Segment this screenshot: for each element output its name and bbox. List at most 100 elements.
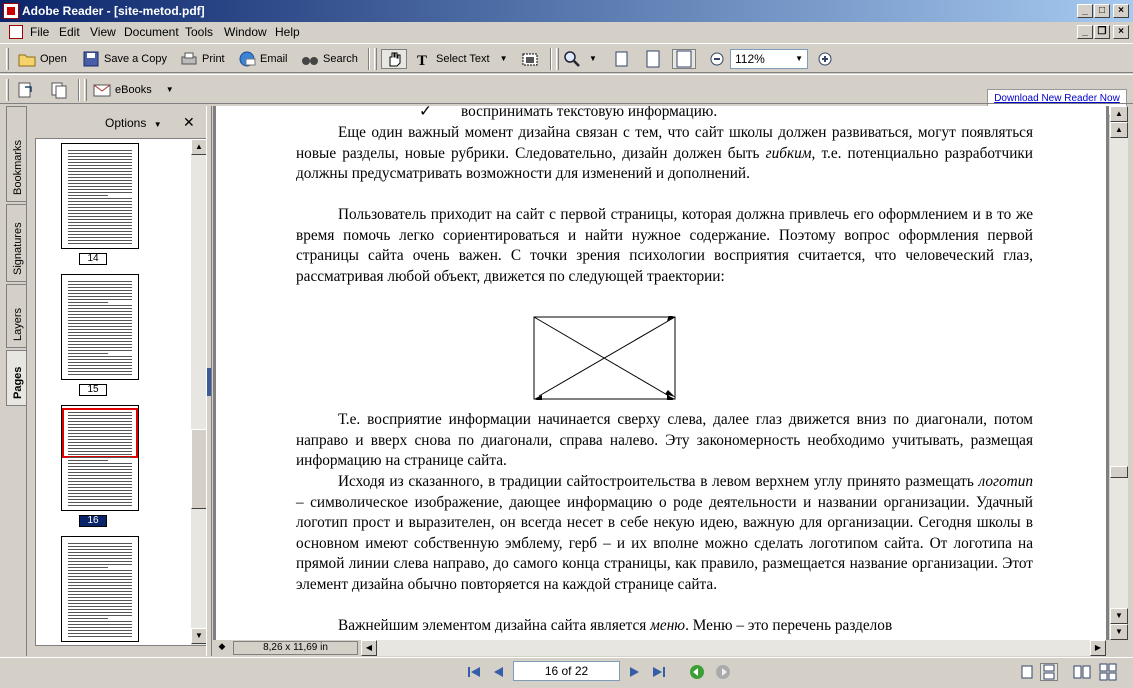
tab-pages[interactable]: Pages (6, 350, 26, 406)
single-page-view-icon[interactable] (1018, 663, 1036, 681)
scroll-thumb[interactable] (1110, 466, 1128, 478)
chevron-down-icon[interactable]: ▼ (589, 49, 597, 69)
save-copy-button[interactable]: Save a Copy (82, 49, 167, 69)
thumbnail-text-line (68, 210, 132, 211)
horizontal-scrollbar[interactable]: ◀ ▶ (361, 640, 1106, 656)
scroll-up-button[interactable]: ▲ (191, 139, 206, 155)
rotate-page-button[interactable] (16, 80, 34, 100)
menu-view[interactable]: View (90, 25, 116, 39)
scroll-top-button[interactable]: ▲ (1110, 106, 1128, 122)
options-menu[interactable]: Options ▼ (105, 116, 162, 130)
scroll-left-button[interactable]: ◀ (361, 640, 377, 656)
maximize-button[interactable]: □ (1094, 4, 1110, 18)
thumbnail-text-line (68, 445, 132, 446)
menu-edit[interactable]: Edit (59, 25, 80, 39)
zoom-in-tool-button[interactable]: ▼ (563, 49, 597, 69)
menu-help[interactable]: Help (275, 25, 300, 39)
thumbnail-text-line (68, 237, 132, 238)
thumbnail-text-line (68, 329, 132, 330)
print-button[interactable]: Print (180, 49, 225, 69)
first-page-icon[interactable] (465, 663, 483, 681)
thumbnail-text-line (68, 636, 132, 637)
scroll-up-button[interactable]: ▲ (1110, 122, 1128, 138)
go-back-icon[interactable] (688, 663, 706, 681)
chevron-down-icon[interactable]: ▼ (166, 80, 174, 100)
menu-tools[interactable]: Tools (185, 25, 213, 39)
chevron-down-icon[interactable]: ▼ (500, 49, 508, 69)
zoom-out-button[interactable] (708, 49, 726, 69)
actual-size-button[interactable] (612, 49, 630, 69)
menu-document[interactable]: Document (124, 25, 179, 39)
thumbnail-text-line (68, 368, 132, 369)
search-button[interactable]: Search (301, 49, 358, 69)
thumbnail-text-line (68, 195, 108, 196)
thumbnail-text-line (68, 546, 132, 547)
tab-layers[interactable]: Layers (6, 284, 26, 348)
close-button[interactable]: × (1113, 4, 1129, 18)
select-text-button[interactable]: T Select Text ▼ (414, 49, 508, 69)
thumb-page-number: 15 (79, 384, 107, 396)
continuous-view-icon[interactable] (1040, 663, 1058, 681)
chevron-down-icon[interactable]: ▼ (795, 50, 803, 68)
page-thumbnail-14[interactable] (61, 143, 139, 249)
zoom-in-button[interactable] (816, 49, 834, 69)
document-view[interactable]: ✓ воспринимать текстовую информацию. Еще… (213, 106, 1109, 640)
scroll-down-button[interactable]: ▼ (191, 628, 206, 644)
p4-emphasis: логотип (978, 473, 1033, 490)
thumbnail-text-line (68, 552, 132, 553)
thumbnail-scrollbar[interactable]: ▲ ▼ (191, 139, 206, 645)
minimize-button[interactable]: _ (1077, 4, 1093, 18)
page-thumbnail-16[interactable] (61, 405, 139, 511)
menu-file[interactable]: File (30, 25, 49, 39)
close-panel-icon[interactable]: ✕ (183, 114, 195, 131)
document-scrollbar[interactable]: ▲ ▲ ▼ ▼ (1110, 106, 1128, 640)
last-page-icon[interactable] (650, 663, 668, 681)
panel-splitter[interactable] (206, 106, 212, 656)
thumbnail-text-line (68, 442, 132, 443)
tab-bookmarks[interactable]: Bookmarks (6, 106, 26, 202)
scroll-bottom-button[interactable]: ▼ (1110, 624, 1128, 640)
splitter-handle[interactable] (207, 368, 211, 396)
thumbnail-text-line (68, 588, 132, 589)
scroll-down-button[interactable]: ▼ (1110, 608, 1128, 624)
snapshot-button[interactable] (521, 49, 539, 69)
scroll-thumb[interactable] (191, 429, 206, 509)
hand-tool-button[interactable] (381, 49, 407, 69)
thumbnail-text-line (68, 281, 132, 282)
previous-page-icon[interactable] (490, 663, 508, 681)
thumbnail-text-line (68, 350, 132, 351)
fit-page-button[interactable] (644, 49, 662, 69)
go-forward-icon[interactable] (714, 663, 732, 681)
thumbnail-text-line (68, 454, 132, 455)
zoom-level-select[interactable]: 112% ▼ (730, 49, 808, 69)
page-thumbnail-15[interactable] (61, 274, 139, 380)
tab-signatures[interactable]: Signatures (6, 204, 26, 282)
facing-view-icon[interactable] (1073, 663, 1091, 681)
email-button[interactable]: Email (238, 49, 288, 69)
expand-icon[interactable]: ◆ (215, 641, 229, 655)
page-thumbnail-17[interactable] (61, 536, 139, 642)
thumbnail-text-line (68, 150, 132, 151)
doc-minimize-button[interactable]: _ (1077, 25, 1093, 39)
next-page-icon[interactable] (625, 663, 643, 681)
page-number-field[interactable]: 16 of 22 (513, 661, 620, 681)
fit-width-button[interactable] (672, 49, 696, 69)
document-icon (9, 25, 23, 39)
zoom-level-value: 112% (735, 52, 765, 66)
continuous-facing-view-icon[interactable] (1099, 663, 1117, 681)
doc-close-button[interactable]: × (1113, 25, 1129, 39)
menu-window[interactable]: Window (224, 25, 267, 39)
thumbnail-list[interactable]: 14 15 16 ▲ ▼ (35, 138, 207, 646)
thumbnail-text-line (68, 424, 132, 425)
ebooks-button[interactable]: eBooks ▼ (93, 80, 174, 100)
open-button[interactable]: Open (18, 49, 67, 69)
chevron-down-icon: ▼ (153, 120, 162, 129)
doc-restore-button[interactable]: ❐ (1094, 25, 1110, 39)
scroll-right-button[interactable]: ▶ (1090, 640, 1106, 656)
thumbnail-text-line (68, 564, 132, 565)
thumbnail-text-line (68, 174, 132, 175)
extract-page-button[interactable] (50, 80, 68, 100)
thumbnail-text-line (68, 198, 132, 199)
pages-panel: Options ▼ ✕ 14 15 16 ▲ ▼ (26, 106, 207, 656)
tab-signatures-label: Signatures (12, 222, 24, 275)
